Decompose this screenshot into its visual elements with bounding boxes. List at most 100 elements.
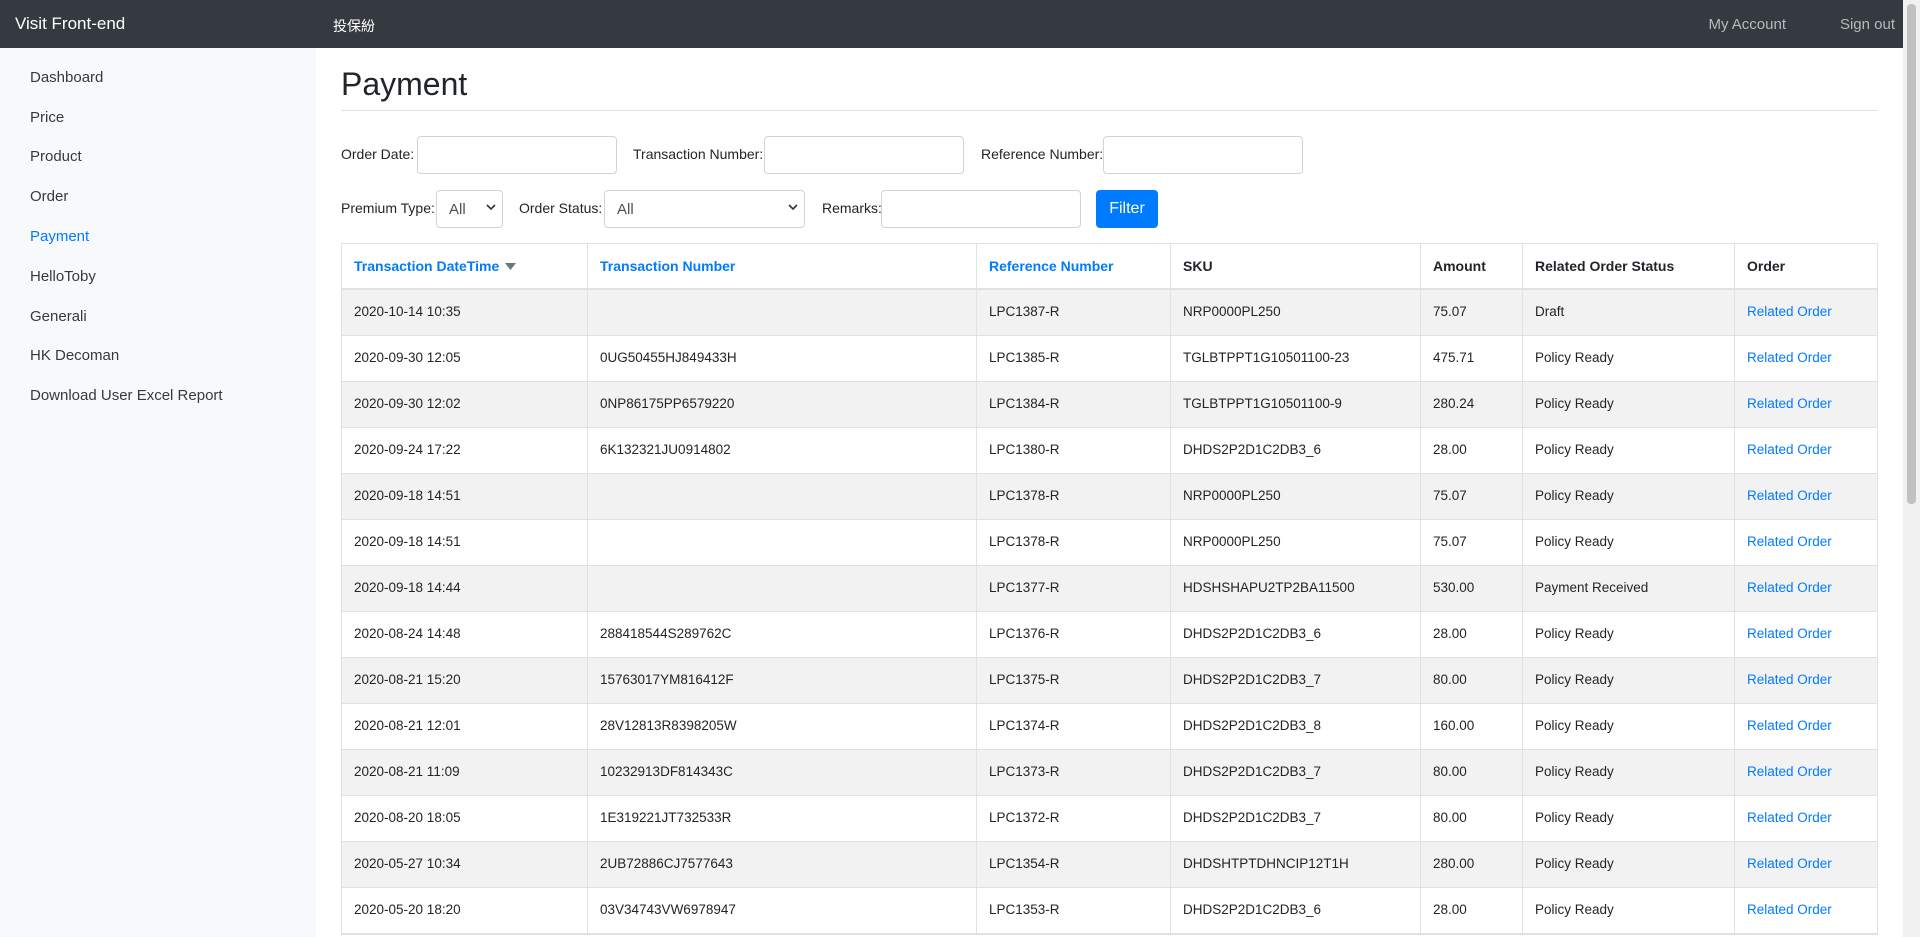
cell-transaction-number: 288418544S289762C bbox=[587, 612, 976, 657]
cell-reference-number: LPC1378-R bbox=[976, 520, 1170, 565]
cell-related-order-status: Payment Received bbox=[1522, 566, 1734, 611]
sidebar-item-dashboard[interactable]: Dashboard bbox=[30, 69, 103, 86]
cell-sku: TGLBTPPT1G10501100-23 bbox=[1170, 336, 1420, 381]
cell-sku: DHDS2P2D1C2DB3_7 bbox=[1170, 796, 1420, 841]
cell-amount: 280.00 bbox=[1420, 842, 1522, 887]
col-transaction-datetime[interactable]: Transaction DateTime bbox=[342, 244, 587, 288]
related-order-link[interactable]: Related Order bbox=[1734, 888, 1879, 933]
cell-reference-number: LPC1372-R bbox=[976, 796, 1170, 841]
sign-out-link[interactable]: Sign out bbox=[1840, 16, 1895, 33]
col-reference-number[interactable]: Reference Number bbox=[976, 244, 1170, 288]
payment-table: Transaction DateTime Transaction Number … bbox=[341, 243, 1878, 935]
col-sku: SKU bbox=[1170, 244, 1420, 288]
cell-reference-number: LPC1376-R bbox=[976, 612, 1170, 657]
cell-transaction-datetime: 2020-09-30 12:05 bbox=[354, 350, 461, 365]
related-order-link[interactable]: Related Order bbox=[1734, 612, 1879, 657]
col-order: Order bbox=[1734, 244, 1879, 288]
related-order-link[interactable]: Related Order bbox=[1734, 842, 1879, 887]
sidebar-item-price[interactable]: Price bbox=[30, 109, 64, 126]
order-date-input[interactable] bbox=[417, 136, 617, 174]
sidebar-item-hk-decoman[interactable]: HK Decoman bbox=[30, 347, 119, 364]
my-account-link[interactable]: My Account bbox=[1708, 16, 1786, 33]
brand-link[interactable]: Visit Front-end bbox=[15, 14, 125, 34]
related-order-link[interactable]: Related Order bbox=[1734, 336, 1879, 381]
cell-sku: DHDS2P2D1C2DB3_6 bbox=[1170, 888, 1420, 933]
related-order-link[interactable]: Related Order bbox=[1734, 520, 1879, 565]
order-status-select[interactable]: All bbox=[604, 190, 805, 228]
cell-amount: 475.71 bbox=[1420, 336, 1522, 381]
transaction-number-input[interactable] bbox=[764, 136, 964, 174]
cell-amount: 75.07 bbox=[1420, 520, 1522, 565]
cell-transaction-number: 28V12813R8398205W bbox=[587, 704, 976, 749]
table-header: Transaction DateTime Transaction Number … bbox=[342, 244, 1877, 290]
sort-desc-icon bbox=[505, 263, 517, 270]
premium-type-select[interactable]: All bbox=[436, 190, 503, 228]
page-scrollbar[interactable] bbox=[1903, 0, 1920, 937]
table-row: 2020-08-20 18:05 1E319221JT732533R LPC1372… bbox=[342, 796, 1877, 842]
table-row: 2020-09-18 14:51 LPC1378-R NRP0000PL250 75.… bbox=[342, 520, 1877, 566]
related-order-link[interactable]: Related Order bbox=[1734, 474, 1879, 519]
cell-amount: 28.00 bbox=[1420, 612, 1522, 657]
sidebar: Dashboard Price Product Order Payment He… bbox=[0, 48, 316, 937]
related-order-link[interactable]: Related Order bbox=[1734, 382, 1879, 427]
cell-sku: DHDSHTPTDHNCIP12T1H bbox=[1170, 842, 1420, 887]
cell-sku: HDSHSHAPU2TP2BA11500 bbox=[1170, 566, 1420, 611]
sidebar-item-generali[interactable]: Generali bbox=[30, 308, 87, 325]
sidebar-item-download-report[interactable]: Download User Excel Report bbox=[30, 387, 223, 404]
table-row: 2020-09-24 17:22 6K132321JU0914802 LPC1380… bbox=[342, 428, 1877, 474]
sidebar-item-order[interactable]: Order bbox=[30, 188, 68, 205]
sidebar-item-product[interactable]: Product bbox=[30, 148, 82, 165]
transaction-number-label: Transaction Number: bbox=[633, 146, 764, 162]
cell-amount: 80.00 bbox=[1420, 796, 1522, 841]
cell-amount: 80.00 bbox=[1420, 750, 1522, 795]
related-order-link[interactable]: Related Order bbox=[1734, 566, 1879, 611]
related-order-link[interactable]: Related Order bbox=[1734, 750, 1879, 795]
table-row: 2020-09-30 12:05 0UG50455HJ849433H LPC1385… bbox=[342, 336, 1877, 382]
cell-sku: DHDS2P2D1C2DB3_8 bbox=[1170, 704, 1420, 749]
cell-sku: DHDS2P2D1C2DB3_6 bbox=[1170, 428, 1420, 473]
cell-transaction-number: 10232913DF814343C bbox=[587, 750, 976, 795]
cell-transaction-number bbox=[587, 474, 976, 519]
remarks-input[interactable] bbox=[881, 190, 1081, 228]
cell-transaction-number bbox=[587, 566, 976, 611]
filter-button[interactable]: Filter bbox=[1096, 190, 1158, 228]
cell-reference-number: LPC1380-R bbox=[976, 428, 1170, 473]
cell-transaction-number: 6K132321JU0914802 bbox=[587, 428, 976, 473]
related-order-link[interactable]: Related Order bbox=[1734, 290, 1879, 335]
cell-amount: 530.00 bbox=[1420, 566, 1522, 611]
related-order-link[interactable]: Related Order bbox=[1734, 796, 1879, 841]
table-row: 2020-08-24 14:48 288418544S289762C LPC1376… bbox=[342, 612, 1877, 658]
cell-sku: DHDS2P2D1C2DB3_6 bbox=[1170, 612, 1420, 657]
cell-transaction-datetime: 2020-08-21 11:09 bbox=[354, 764, 460, 779]
reference-number-label: Reference Number: bbox=[981, 146, 1104, 162]
center-nav-label[interactable]: 投保紛 bbox=[333, 16, 375, 36]
col-transaction-number[interactable]: Transaction Number bbox=[587, 244, 976, 288]
cell-related-order-status: Policy Ready bbox=[1522, 796, 1734, 841]
cell-reference-number: LPC1373-R bbox=[976, 750, 1170, 795]
cell-transaction-number bbox=[587, 290, 976, 335]
cell-transaction-number: 0NP86175PP6579220 bbox=[587, 382, 976, 427]
page-title: Payment bbox=[341, 66, 468, 102]
cell-reference-number: LPC1353-R bbox=[976, 888, 1170, 933]
related-order-link[interactable]: Related Order bbox=[1734, 704, 1879, 749]
cell-reference-number: LPC1378-R bbox=[976, 474, 1170, 519]
remarks-label: Remarks: bbox=[822, 200, 882, 216]
sidebar-item-hellotoby[interactable]: HelloToby bbox=[30, 268, 96, 285]
related-order-link[interactable]: Related Order bbox=[1734, 428, 1879, 473]
col-amount: Amount bbox=[1420, 244, 1522, 288]
sidebar-item-payment[interactable]: Payment bbox=[30, 228, 89, 245]
order-status-label: Order Status: bbox=[519, 200, 603, 216]
table-row: 2020-10-14 10:35 LPC1387-R NRP0000PL250 75.… bbox=[342, 290, 1877, 336]
cell-related-order-status: Policy Ready bbox=[1522, 612, 1734, 657]
cell-transaction-datetime: 2020-08-24 14:48 bbox=[354, 626, 461, 641]
related-order-link[interactable]: Related Order bbox=[1734, 658, 1879, 703]
cell-sku: NRP0000PL250 bbox=[1170, 520, 1420, 565]
top-navbar: Visit Front-end 投保紛 My Account Sign out bbox=[0, 0, 1920, 48]
cell-transaction-datetime: 2020-08-21 15:20 bbox=[354, 672, 461, 687]
cell-related-order-status: Policy Ready bbox=[1522, 520, 1734, 565]
cell-transaction-datetime: 2020-10-14 10:35 bbox=[354, 304, 461, 319]
scrollbar-thumb[interactable] bbox=[1907, 4, 1916, 504]
reference-number-input[interactable] bbox=[1103, 136, 1303, 174]
cell-amount: 28.00 bbox=[1420, 888, 1522, 933]
cell-related-order-status: Policy Ready bbox=[1522, 704, 1734, 749]
